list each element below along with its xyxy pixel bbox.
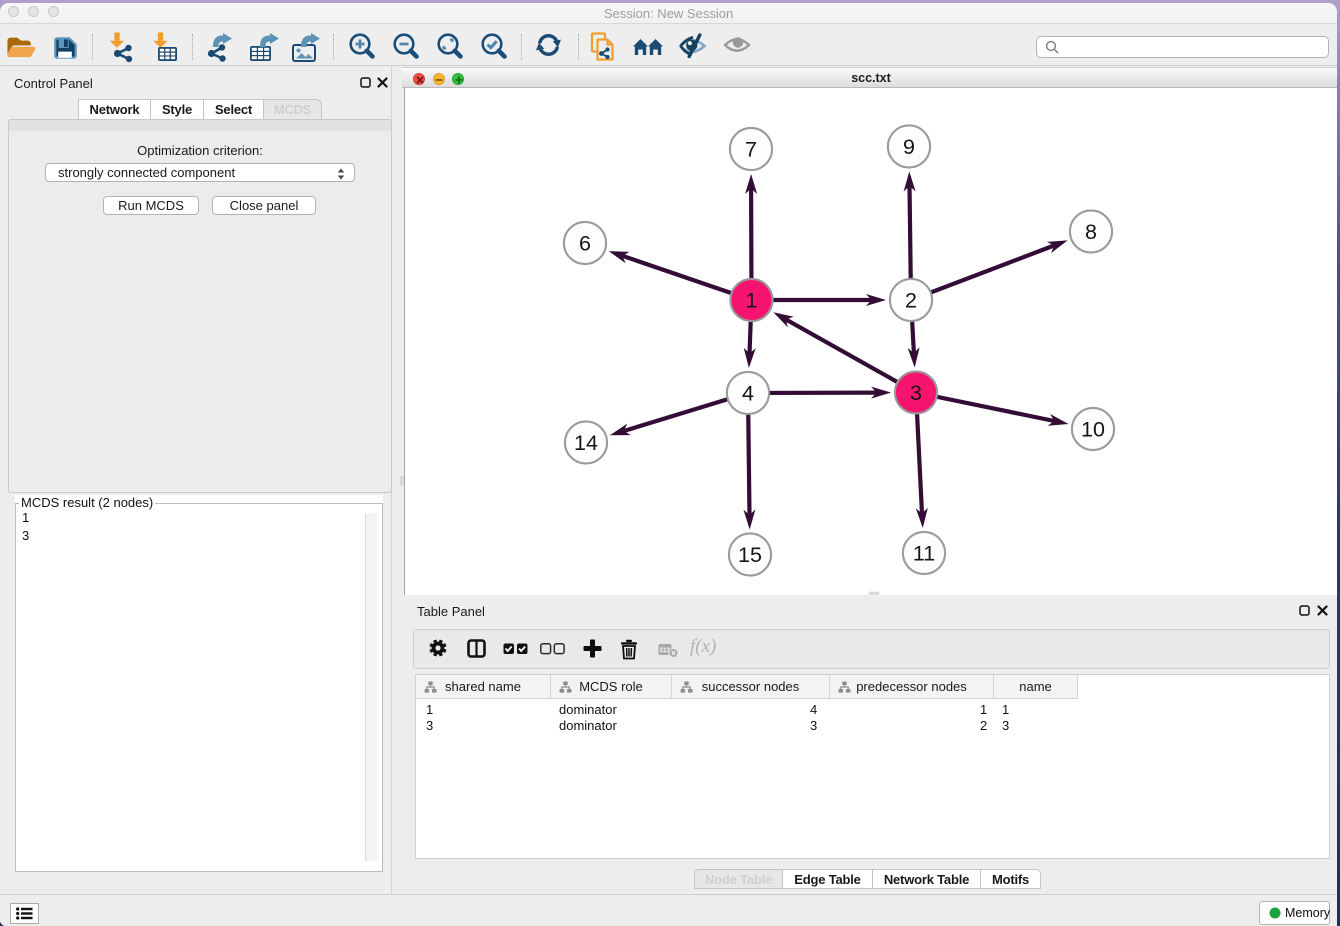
svg-text:10: 10 <box>1081 418 1105 442</box>
svg-text:7: 7 <box>745 138 757 162</box>
svg-text:11: 11 <box>913 542 935 566</box>
svg-text:14: 14 <box>574 431 598 455</box>
svg-text:15: 15 <box>738 543 762 567</box>
svg-text:9: 9 <box>903 135 915 159</box>
svg-text:8: 8 <box>1085 220 1097 244</box>
svg-text:1: 1 <box>746 289 758 313</box>
svg-text:4: 4 <box>742 382 754 406</box>
svg-text:6: 6 <box>579 232 591 256</box>
svg-text:3: 3 <box>910 381 922 405</box>
svg-text:2: 2 <box>905 289 917 313</box>
